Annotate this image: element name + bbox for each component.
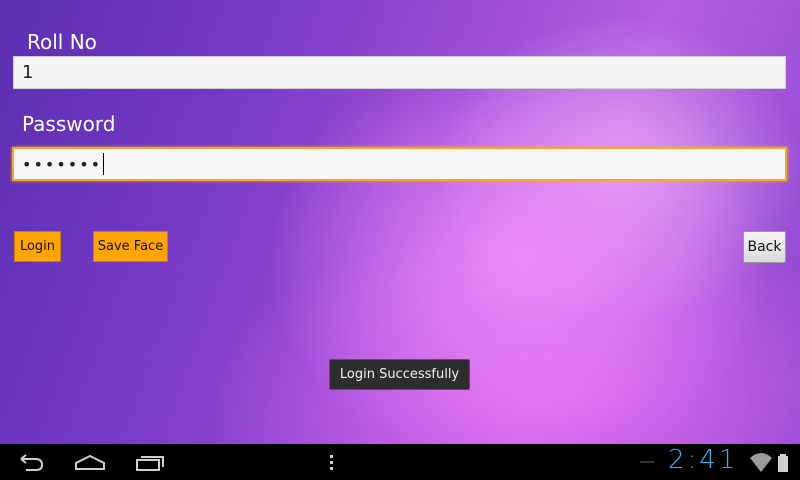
recent-apps-icon[interactable]	[132, 448, 168, 476]
text-cursor	[103, 153, 105, 175]
notification-dash	[640, 461, 654, 463]
status-clock: 2:41	[668, 445, 739, 475]
system-navigation-bar: 2:41	[0, 444, 800, 480]
roll-no-input[interactable]: 1	[13, 56, 786, 89]
back-button[interactable]: Back	[743, 231, 786, 263]
home-icon[interactable]	[72, 448, 108, 476]
battery-icon	[776, 448, 790, 476]
back-icon[interactable]	[12, 448, 48, 476]
password-label: Password	[22, 112, 116, 136]
password-input[interactable]: •••••••	[12, 147, 787, 181]
save-face-button[interactable]: Save Face	[93, 231, 168, 262]
toast-notification: Login Successfully	[329, 359, 470, 390]
password-value: •••••••	[22, 154, 103, 174]
roll-no-label: Roll No	[27, 30, 97, 54]
wifi-icon	[748, 448, 774, 476]
menu-icon[interactable]	[314, 448, 350, 476]
toast-message: Login Successfully	[339, 367, 460, 382]
roll-no-value: 1	[22, 62, 34, 83]
login-button[interactable]: Login	[14, 231, 61, 262]
app-screen: Roll No 1 Password ••••••• Login Save Fa…	[0, 0, 800, 444]
